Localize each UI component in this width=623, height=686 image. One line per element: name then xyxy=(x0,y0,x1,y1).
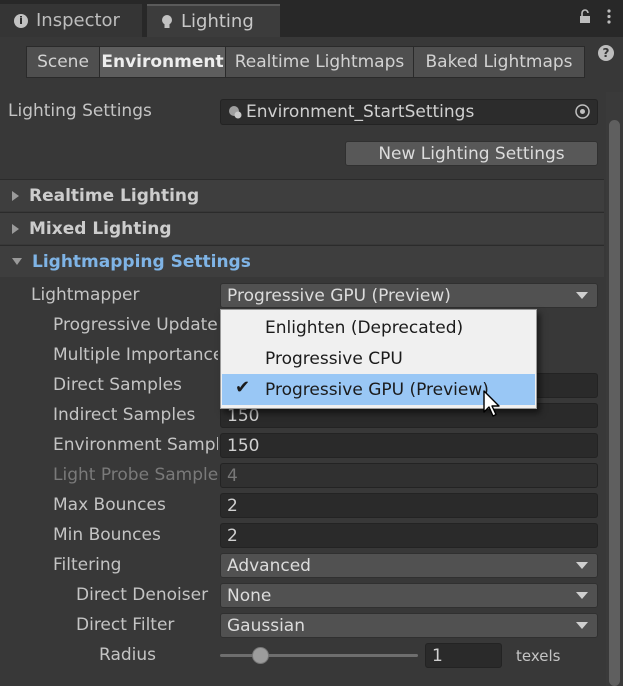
environment-samples-label: Environment Samples xyxy=(53,435,218,455)
filtering-label: Filtering xyxy=(53,555,122,575)
lighting-settings-asset-name: Environment_StartSettings xyxy=(246,102,475,122)
lighting-mode-toolbar: Scene Environment Realtime Lightmaps Bak… xyxy=(26,46,585,78)
menu-item-enlighten[interactable]: Enlighten (Deprecated) xyxy=(222,312,535,343)
menu-item-label: Progressive GPU (Preview) xyxy=(265,379,489,400)
menu-item-progressive-cpu[interactable]: Progressive CPU xyxy=(222,343,535,374)
info-icon: i xyxy=(14,13,28,28)
tab-inspector-label: Inspector xyxy=(36,10,120,31)
lightbulb-icon xyxy=(161,14,173,30)
multiple-importance-label: Multiple Importance Sampling xyxy=(53,345,218,365)
foldout-arrow-icon xyxy=(12,190,19,201)
light-probe-samples-label: Light Probe Sample Multiplier xyxy=(53,465,218,485)
max-bounces-label: Max Bounces xyxy=(53,495,166,515)
direct-denoiser-value: None xyxy=(227,585,272,606)
mode-environment-button[interactable]: Environment xyxy=(99,46,226,78)
section-title: Realtime Lighting xyxy=(29,185,200,206)
foldout-mixed-lighting[interactable]: Mixed Lighting xyxy=(0,212,604,244)
radius-unit-label: texels xyxy=(516,647,561,665)
menu-item-label: Progressive CPU xyxy=(265,348,403,369)
help-icon[interactable]: ? xyxy=(598,45,614,61)
min-bounces-field[interactable]: 2 xyxy=(220,523,598,548)
radius-label: Radius xyxy=(99,645,157,665)
object-picker-icon[interactable] xyxy=(574,103,591,125)
scrollbar-thumb[interactable] xyxy=(609,120,620,686)
direct-samples-label: Direct Samples xyxy=(53,375,182,395)
direct-denoiser-label: Direct Denoiser xyxy=(76,585,209,605)
filtering-value: Advanced xyxy=(227,555,311,576)
filtering-dropdown[interactable]: Advanced xyxy=(220,553,598,578)
max-bounces-field[interactable]: 2 xyxy=(220,493,598,518)
chevron-down-icon xyxy=(576,562,588,569)
radius-slider-track[interactable] xyxy=(220,654,418,657)
tab-lighting[interactable]: Lighting xyxy=(147,4,280,37)
environment-samples-field[interactable]: 150 xyxy=(220,433,598,458)
min-bounces-label: Min Bounces xyxy=(53,525,161,545)
section-title: Mixed Lighting xyxy=(29,218,172,239)
lighting-settings-label: Lighting Settings xyxy=(8,101,152,121)
direct-filter-label: Direct Filter xyxy=(76,615,175,635)
foldout-lightmapping-settings[interactable]: Lightmapping Settings xyxy=(0,245,604,277)
tab-inspector[interactable]: i Inspector xyxy=(0,4,142,37)
chevron-down-icon xyxy=(576,592,588,599)
new-lighting-settings-button[interactable]: New Lighting Settings xyxy=(345,141,598,166)
indirect-samples-label: Indirect Samples xyxy=(53,405,196,425)
radius-slider-knob[interactable] xyxy=(251,647,269,664)
radius-field[interactable]: 1 xyxy=(425,643,502,668)
chevron-down-icon xyxy=(576,622,588,629)
direct-filter-dropdown[interactable]: Gaussian xyxy=(220,613,598,638)
mode-scene-button[interactable]: Scene xyxy=(26,46,100,78)
light-probe-samples-field: 4 xyxy=(220,463,598,488)
settings-asset-icon xyxy=(227,104,243,120)
lighting-settings-object-field[interactable]: Environment_StartSettings xyxy=(220,99,598,125)
section-title: Lightmapping Settings xyxy=(32,251,251,272)
lightmapper-value: Progressive GPU (Preview) xyxy=(227,285,451,306)
tab-lighting-label: Lighting xyxy=(181,11,254,32)
progressive-updates-label: Progressive Updates xyxy=(53,315,218,335)
chevron-down-icon xyxy=(576,292,588,299)
mode-realtime-lightmaps-button[interactable]: Realtime Lightmaps xyxy=(225,46,414,78)
menu-item-label: Enlighten (Deprecated) xyxy=(265,317,464,338)
foldout-arrow-icon xyxy=(12,258,22,265)
lightmapper-label: Lightmapper xyxy=(31,285,140,305)
mouse-cursor-icon xyxy=(483,390,503,425)
lock-icon[interactable] xyxy=(579,9,591,28)
foldout-realtime-lighting[interactable]: Realtime Lighting xyxy=(0,179,604,211)
mode-baked-lightmaps-button[interactable]: Baked Lightmaps xyxy=(413,46,585,78)
direct-filter-value: Gaussian xyxy=(227,615,305,636)
direct-denoiser-dropdown[interactable]: None xyxy=(220,583,598,608)
window-controls xyxy=(579,9,611,28)
foldout-arrow-icon xyxy=(12,223,19,234)
lightmapper-dropdown[interactable]: Progressive GPU (Preview) xyxy=(220,283,598,308)
kebab-menu-icon[interactable] xyxy=(607,9,611,28)
checkmark-icon: ✔ xyxy=(235,377,251,398)
